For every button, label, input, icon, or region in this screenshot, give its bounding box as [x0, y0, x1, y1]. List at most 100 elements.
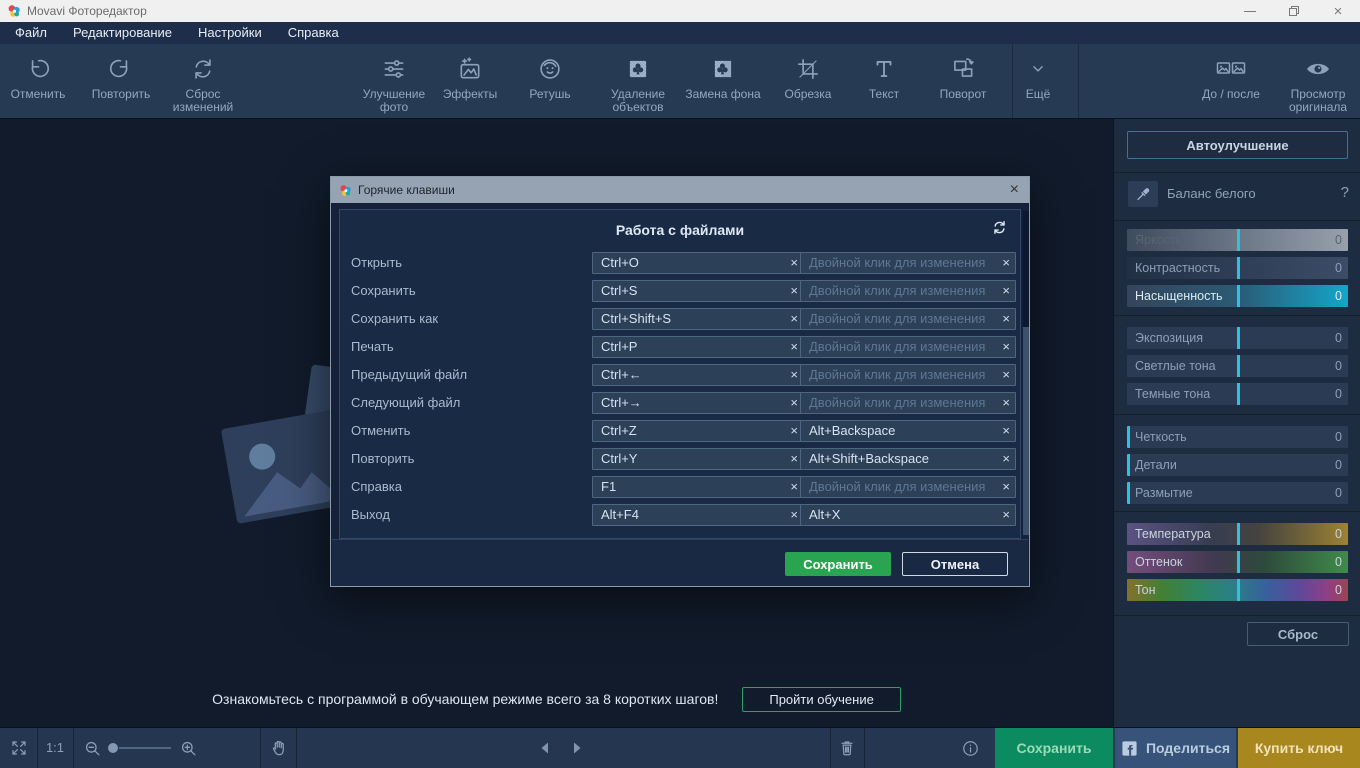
hotkey-primary-input[interactable]: F1 ×	[592, 476, 804, 498]
clear-hotkey-icon[interactable]: ×	[790, 281, 798, 301]
clear-hotkey-icon[interactable]: ×	[790, 365, 798, 385]
hotkey-primary-input[interactable]: Ctrl+Shift+S ×	[592, 308, 804, 330]
slider-handle[interactable]	[1237, 579, 1240, 601]
previous-file-button[interactable]	[532, 728, 558, 768]
zoom-out-button[interactable]	[80, 728, 104, 768]
eyedropper-button[interactable]	[1128, 181, 1158, 207]
undo-button[interactable]: Отменить	[0, 44, 84, 119]
slider-details[interactable]: Детали 0	[1127, 454, 1348, 476]
hotkey-secondary-input[interactable]: Alt+X ×	[800, 504, 1016, 526]
view-original-button[interactable]: Просмотр оригинала	[1272, 44, 1360, 119]
clear-hotkey-icon[interactable]: ×	[1002, 505, 1010, 525]
hotkey-primary-input[interactable]: Ctrl+← ×	[592, 364, 804, 386]
clear-hotkey-icon[interactable]: ×	[1002, 309, 1010, 329]
dialog-scrollbar[interactable]	[1023, 211, 1029, 535]
dialog-close-icon[interactable]: ×	[1010, 180, 1019, 200]
hotkey-primary-input[interactable]: Ctrl+→ ×	[592, 392, 804, 414]
clear-hotkey-icon[interactable]: ×	[790, 505, 798, 525]
clear-hotkey-icon[interactable]: ×	[1002, 393, 1010, 413]
slider-brightness[interactable]: Яркость 0	[1127, 229, 1348, 251]
more-tools-button[interactable]: Ещё	[999, 44, 1077, 119]
hotkey-secondary-input[interactable]: Двойной клик для изменения ×	[800, 364, 1016, 386]
hotkey-primary-input[interactable]: Ctrl+Z ×	[592, 420, 804, 442]
zoom-slider-track[interactable]	[119, 747, 171, 749]
effects-button[interactable]: Эффекты	[424, 44, 516, 119]
hand-tool-button[interactable]	[264, 728, 294, 768]
dialog-cancel-button[interactable]: Отмена	[902, 552, 1008, 576]
slider-highlights[interactable]: Светлые тона 0	[1127, 355, 1348, 377]
slider-handle[interactable]	[1237, 327, 1240, 349]
slider-blur[interactable]: Размытие 0	[1127, 482, 1348, 504]
scrollbar-thumb[interactable]	[1023, 327, 1029, 535]
delete-file-button[interactable]	[832, 728, 862, 768]
clear-hotkey-icon[interactable]: ×	[790, 253, 798, 273]
clear-hotkey-icon[interactable]: ×	[1002, 421, 1010, 441]
clear-hotkey-icon[interactable]: ×	[790, 449, 798, 469]
before-after-button[interactable]: До / после	[1185, 44, 1277, 119]
maximize-button[interactable]	[1272, 0, 1316, 22]
slider-handle[interactable]	[1237, 523, 1240, 545]
object-removal-button[interactable]: Удаление объектов	[592, 44, 684, 119]
hotkey-secondary-input[interactable]: Alt+Shift+Backspace ×	[800, 448, 1016, 470]
clear-hotkey-icon[interactable]: ×	[790, 309, 798, 329]
hotkey-secondary-input[interactable]: Alt+Backspace ×	[800, 420, 1016, 442]
dialog-save-button[interactable]: Сохранить	[785, 552, 891, 576]
slider-sharpness[interactable]: Четкость 0	[1127, 426, 1348, 448]
reset-hotkeys-button[interactable]	[991, 219, 1008, 241]
slider-exposure[interactable]: Экспозиция 0	[1127, 327, 1348, 349]
hotkey-primary-input[interactable]: Ctrl+O ×	[592, 252, 804, 274]
background-replace-button[interactable]: Замена фона	[677, 44, 769, 119]
reset-adjustments-button[interactable]: Сброс	[1247, 622, 1349, 646]
retouch-button[interactable]: Ретушь	[504, 44, 596, 119]
rotate-button[interactable]: Поворот	[917, 44, 1009, 119]
help-icon[interactable]: ?	[1341, 184, 1349, 201]
clear-hotkey-icon[interactable]: ×	[1002, 253, 1010, 273]
close-button[interactable]: ×	[1316, 0, 1360, 22]
hotkey-secondary-input[interactable]: Двойной клик для изменения ×	[800, 280, 1016, 302]
clear-hotkey-icon[interactable]: ×	[1002, 281, 1010, 301]
menu-edit[interactable]: Редактирование	[60, 22, 185, 44]
slider-temperature[interactable]: Температура 0	[1127, 523, 1348, 545]
clear-hotkey-icon[interactable]: ×	[1002, 477, 1010, 497]
slider-handle[interactable]	[1237, 551, 1240, 573]
save-button[interactable]: Сохранить	[995, 728, 1113, 768]
menu-settings[interactable]: Настройки	[185, 22, 275, 44]
slider-handle[interactable]	[1127, 426, 1130, 448]
slider-handle[interactable]	[1237, 285, 1240, 307]
slider-contrast[interactable]: Контрастность 0	[1127, 257, 1348, 279]
share-button[interactable]: Поделиться	[1115, 728, 1236, 768]
hotkey-secondary-input[interactable]: Двойной клик для изменения ×	[800, 392, 1016, 414]
slider-handle[interactable]	[1127, 482, 1130, 504]
hotkey-secondary-input[interactable]: Двойной клик для изменения ×	[800, 476, 1016, 498]
clear-hotkey-icon[interactable]: ×	[790, 337, 798, 357]
slider-handle[interactable]	[1237, 257, 1240, 279]
clear-hotkey-icon[interactable]: ×	[1002, 365, 1010, 385]
slider-handle[interactable]	[1237, 383, 1240, 405]
zoom-in-button[interactable]	[176, 728, 200, 768]
slider-handle[interactable]	[1237, 229, 1240, 251]
auto-enhance-button[interactable]: Автоулучшение	[1127, 131, 1348, 159]
menu-help[interactable]: Справка	[275, 22, 352, 44]
clear-hotkey-icon[interactable]: ×	[790, 477, 798, 497]
info-button[interactable]	[957, 728, 983, 768]
zoom-slider-handle[interactable]	[108, 743, 118, 753]
menu-file[interactable]: Файл	[2, 22, 60, 44]
slider-tint[interactable]: Оттенок 0	[1127, 551, 1348, 573]
clear-hotkey-icon[interactable]: ×	[790, 393, 798, 413]
slider-saturation[interactable]: Насыщенность 0	[1127, 285, 1348, 307]
slider-hue[interactable]: Тон 0	[1127, 579, 1348, 601]
redo-button[interactable]: Повторить	[75, 44, 167, 119]
buy-key-button[interactable]: Купить ключ	[1238, 728, 1360, 768]
hotkey-primary-input[interactable]: Alt+F4 ×	[592, 504, 804, 526]
slider-handle[interactable]	[1237, 355, 1240, 377]
start-tutorial-button[interactable]: Пройти обучение	[742, 687, 900, 712]
slider-handle[interactable]	[1127, 454, 1130, 476]
hotkey-primary-input[interactable]: Ctrl+Y ×	[592, 448, 804, 470]
clear-hotkey-icon[interactable]: ×	[790, 421, 798, 441]
fit-to-screen-button[interactable]	[6, 728, 32, 768]
hotkey-primary-input[interactable]: Ctrl+P ×	[592, 336, 804, 358]
slider-shadows[interactable]: Темные тона 0	[1127, 383, 1348, 405]
reset-changes-button[interactable]: Сброс изменений	[157, 44, 249, 119]
minimize-button[interactable]	[1228, 0, 1272, 22]
hotkey-secondary-input[interactable]: Двойной клик для изменения ×	[800, 252, 1016, 274]
